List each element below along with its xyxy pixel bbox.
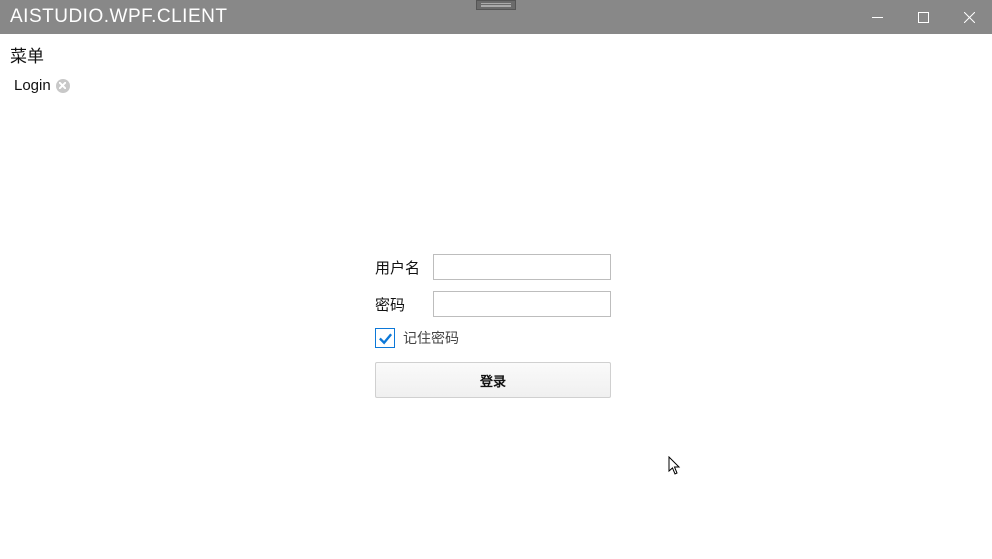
- close-icon[interactable]: [56, 79, 70, 93]
- maximize-button[interactable]: [900, 0, 946, 34]
- titlebar-grip[interactable]: [476, 0, 516, 10]
- close-button[interactable]: [946, 0, 992, 34]
- remember-row: 记住密码: [375, 328, 615, 348]
- remember-label: 记住密码: [403, 328, 459, 348]
- window-title: AISTUDIO.WPF.CLIENT: [0, 6, 227, 28]
- menu-bar: 菜单: [0, 34, 992, 73]
- menu-item-main[interactable]: 菜单: [10, 47, 44, 66]
- password-field[interactable]: [433, 291, 611, 317]
- username-label: 用户名: [375, 257, 433, 278]
- content-area: 用户名 密码 记住密码 登录: [0, 100, 992, 559]
- password-row: 密码: [375, 291, 615, 317]
- username-field[interactable]: [433, 254, 611, 280]
- check-icon: [378, 331, 393, 346]
- username-row: 用户名: [375, 254, 615, 280]
- titlebar: AISTUDIO.WPF.CLIENT: [0, 0, 992, 34]
- tab-login[interactable]: Login: [14, 77, 70, 94]
- login-form: 用户名 密码 记住密码 登录: [375, 254, 615, 398]
- minimize-button[interactable]: [854, 0, 900, 34]
- window-controls: [854, 0, 992, 34]
- password-label: 密码: [375, 294, 433, 315]
- tab-label: Login: [14, 77, 51, 94]
- tab-bar: Login: [0, 73, 992, 96]
- login-button[interactable]: 登录: [375, 362, 611, 398]
- remember-checkbox[interactable]: [375, 328, 395, 348]
